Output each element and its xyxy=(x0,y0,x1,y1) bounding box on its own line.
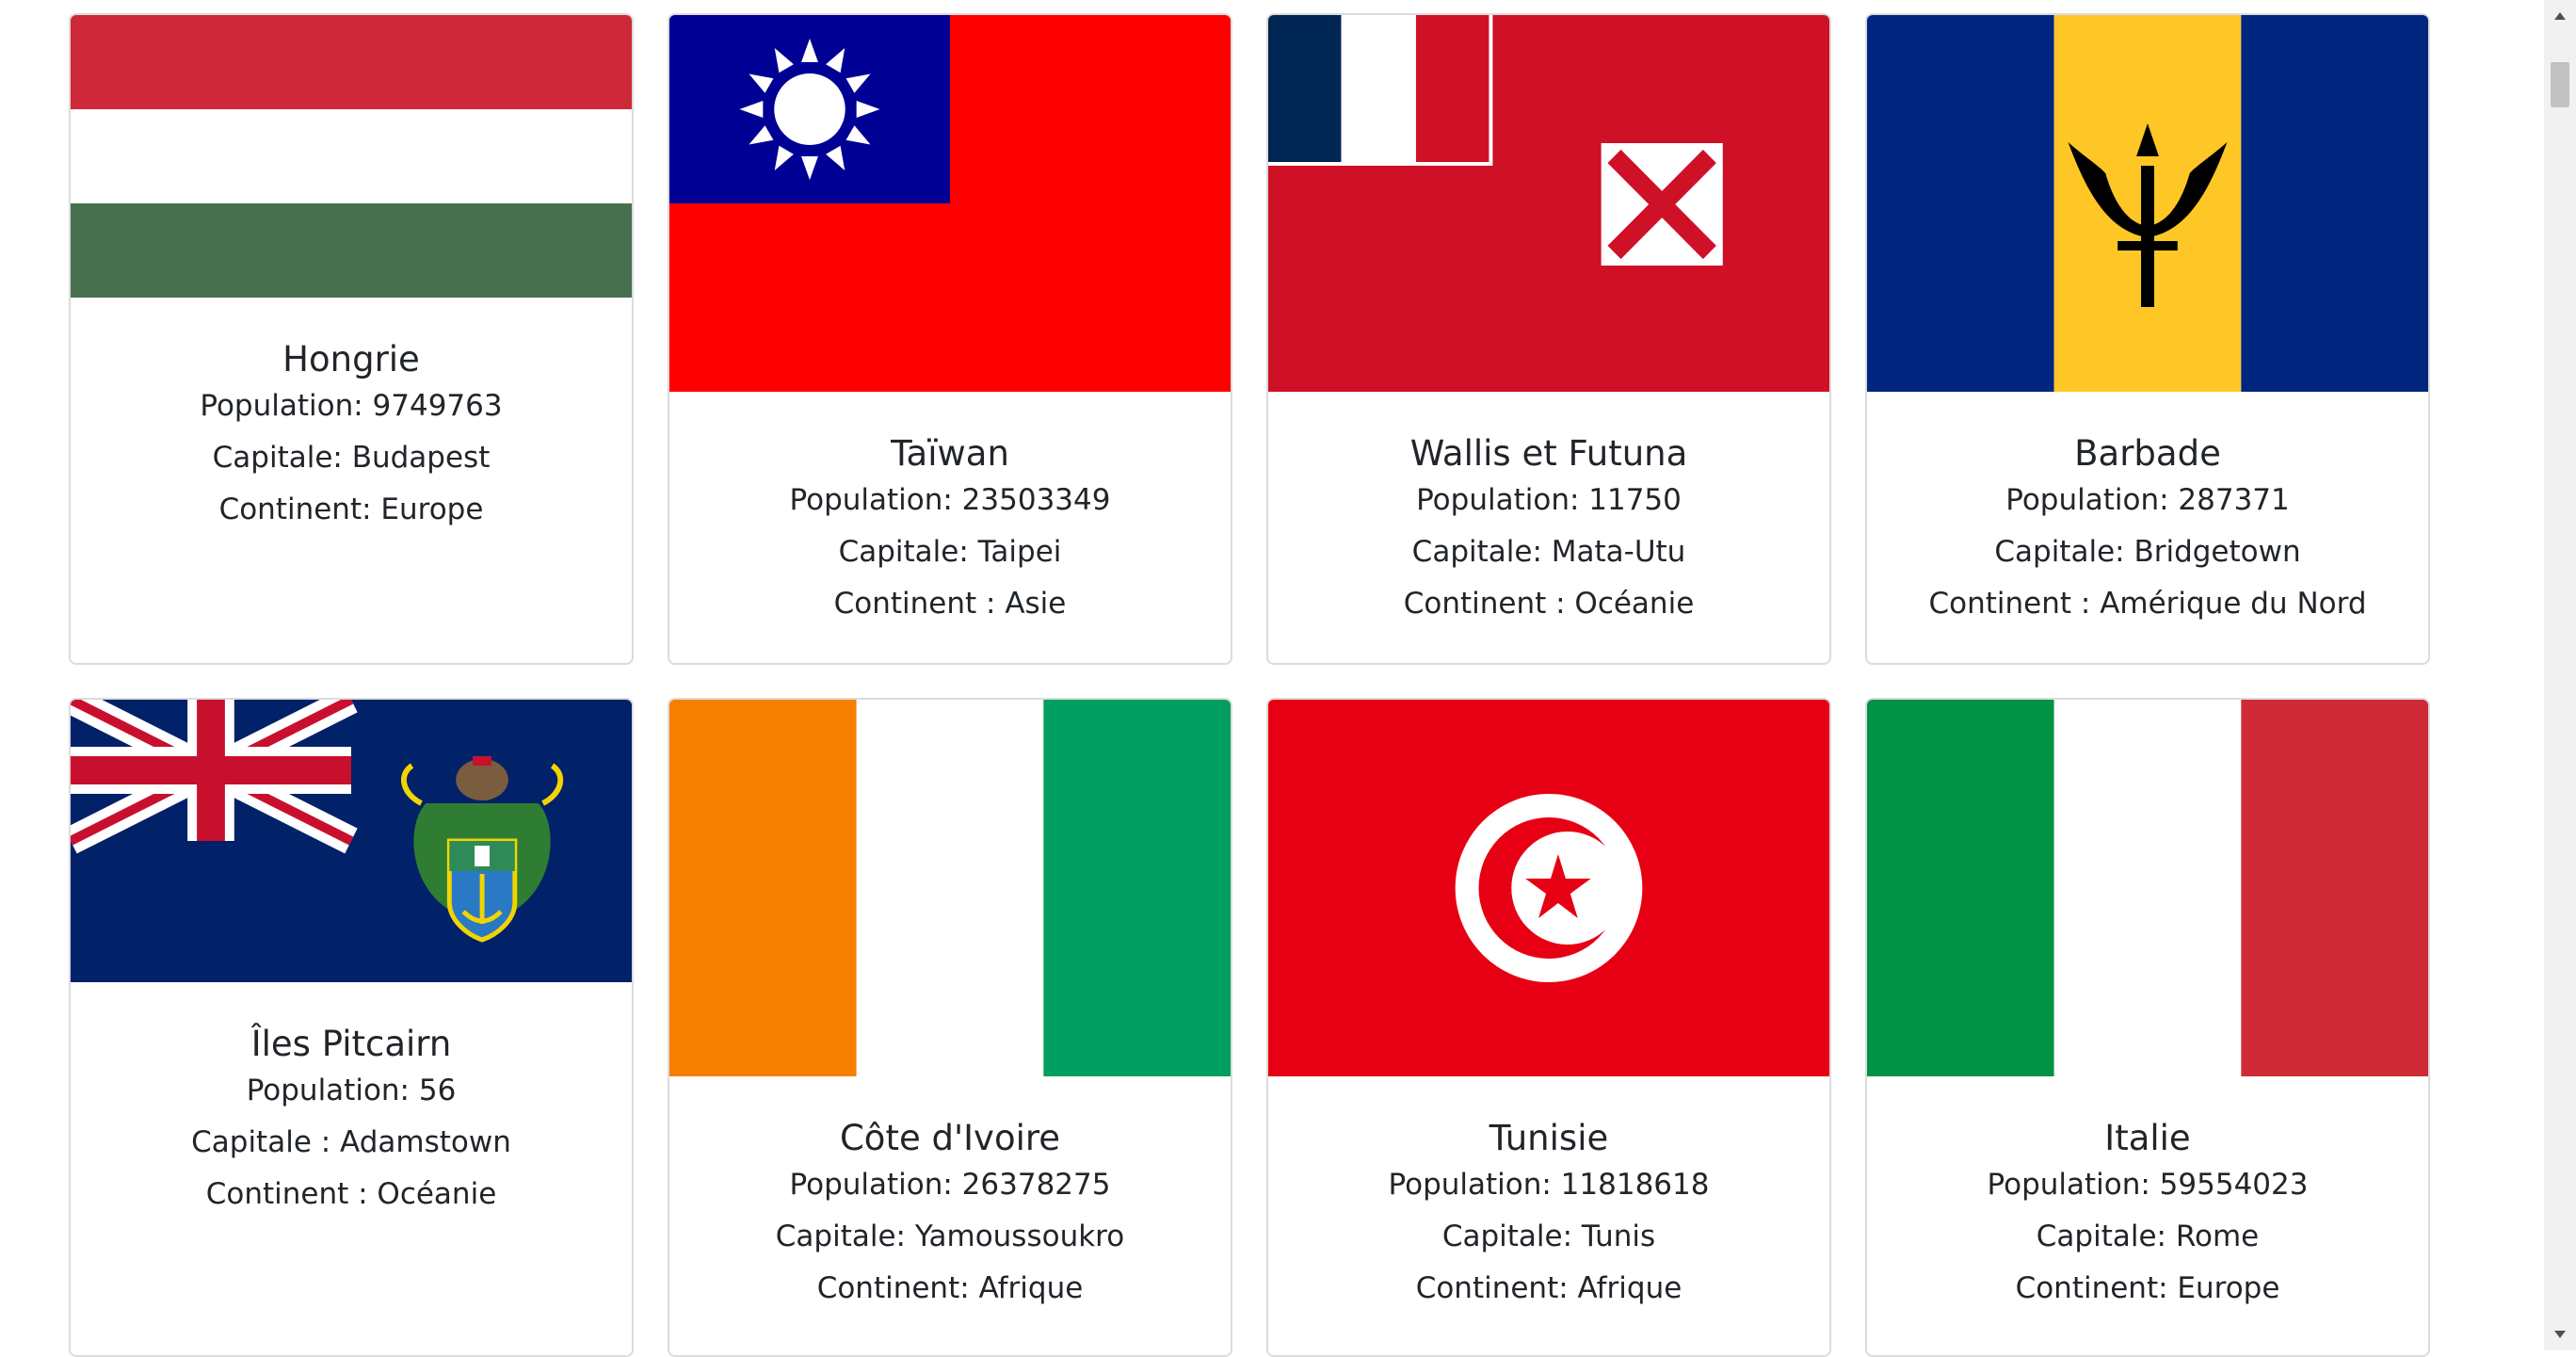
ivory-coast-flag xyxy=(669,700,1231,1076)
country-continent: Continent: Europe xyxy=(2015,1271,2280,1305)
wallis-futuna-flag xyxy=(1268,15,1829,392)
country-card-tunisie[interactable]: Tunisie Population: 11818618 Capitale: T… xyxy=(1266,698,1831,1357)
country-population: Population: 11818618 xyxy=(1388,1168,1710,1202)
barbados-flag xyxy=(1867,15,2428,392)
vertical-scrollbar[interactable] xyxy=(2544,0,2576,1350)
country-name: Tunisie xyxy=(1489,1118,1609,1158)
country-card-barbade[interactable]: Barbade Population: 287371 Capitale: Bri… xyxy=(1865,13,2430,665)
country-capital: Capitale: Bridgetown xyxy=(1994,535,2301,569)
country-continent: Continent: Afrique xyxy=(816,1271,1084,1305)
country-continent: Continent: Europe xyxy=(218,493,484,526)
country-continent: Continent : Océanie xyxy=(205,1177,497,1211)
country-name: Wallis et Futuna xyxy=(1409,433,1688,474)
country-continent: Continent: Afrique xyxy=(1415,1271,1682,1305)
country-population: Population: 287371 xyxy=(2005,483,2290,517)
scrollbar-thumb[interactable] xyxy=(2551,62,2569,107)
country-capital: Capitale: Budapest xyxy=(212,441,491,475)
country-card-wallis-et-futuna[interactable]: Wallis et Futuna Population: 11750 Capit… xyxy=(1266,13,1831,665)
country-continent: Continent : Amérique du Nord xyxy=(1928,587,2367,621)
country-name: Côte d'Ivoire xyxy=(839,1118,1061,1158)
country-population: Population: 23503349 xyxy=(789,483,1111,517)
country-population: Population: 11750 xyxy=(1416,483,1682,517)
country-capital: Capitale: Taipei xyxy=(838,535,1062,569)
scroll-down-icon[interactable] xyxy=(2544,1318,2576,1350)
country-capital: Capitale : Adamstown xyxy=(191,1125,511,1159)
tunisia-flag xyxy=(1268,700,1829,1076)
country-card-iles-pitcairn[interactable]: Îles Pitcairn Population: 56 Capitale : … xyxy=(69,698,634,1357)
country-continent: Continent : Océanie xyxy=(1403,587,1695,621)
country-card-italie[interactable]: Italie Population: 59554023 Capitale: Ro… xyxy=(1865,698,2430,1357)
country-capital: Capitale: Tunis xyxy=(1441,1220,1656,1253)
country-capital: Capitale: Yamoussoukro xyxy=(775,1220,1125,1253)
country-population: Population: 26378275 xyxy=(789,1168,1111,1202)
country-continent: Continent : Asie xyxy=(833,587,1067,621)
country-card-taiwan[interactable]: Taïwan Population: 23503349 Capitale: Ta… xyxy=(668,13,1232,665)
hungary-flag xyxy=(71,15,632,298)
country-name: Hongrie xyxy=(282,339,420,380)
country-population: Population: 59554023 xyxy=(1987,1168,2309,1202)
country-name: Barbade xyxy=(2074,433,2221,474)
italy-flag xyxy=(1867,700,2428,1076)
country-name: Italie xyxy=(2104,1118,2191,1158)
country-name: Taïwan xyxy=(891,433,1009,474)
country-population: Population: 56 xyxy=(246,1074,457,1107)
country-card-hongrie[interactable]: Hongrie Population: 9749763 Capitale: Bu… xyxy=(69,13,634,665)
country-name: Îles Pitcairn xyxy=(250,1024,452,1064)
country-card-cote-divoire[interactable]: Côte d'Ivoire Population: 26378275 Capit… xyxy=(668,698,1232,1357)
pitcairn-flag xyxy=(71,700,632,982)
taiwan-flag xyxy=(669,15,1231,392)
country-capital: Capitale: Rome xyxy=(2036,1220,2260,1253)
country-population: Population: 9749763 xyxy=(200,389,503,423)
country-capital: Capitale: Mata-Utu xyxy=(1411,535,1686,569)
scroll-up-icon[interactable] xyxy=(2544,0,2576,32)
